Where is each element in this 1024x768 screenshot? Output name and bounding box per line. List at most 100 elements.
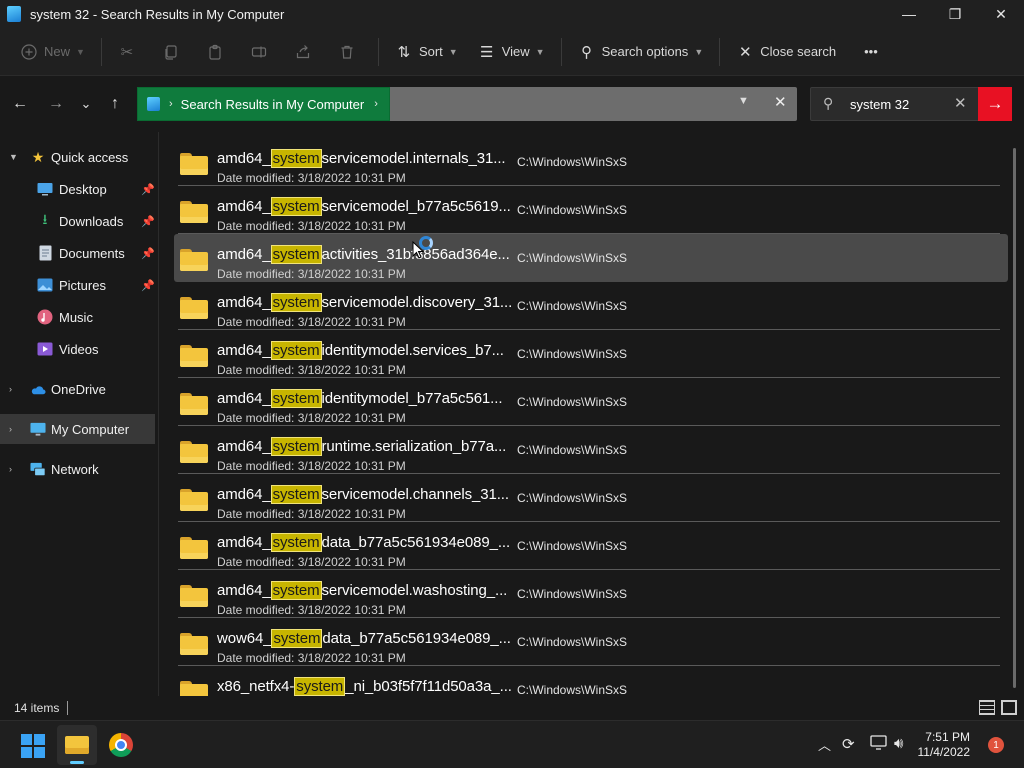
paste-button[interactable] xyxy=(196,36,240,68)
notification-badge[interactable]: 1 xyxy=(988,737,1004,753)
chevron-right-icon: › xyxy=(374,98,378,110)
vertical-scrollbar[interactable] xyxy=(1013,148,1016,688)
more-options-button[interactable]: ••• xyxy=(854,36,888,68)
sidebar-item-onedrive[interactable]: › OneDrive xyxy=(0,374,155,404)
sort-button[interactable]: ⇅ Sort ▼ xyxy=(385,36,468,68)
chevron-right-icon[interactable]: › xyxy=(9,424,12,434)
back-button[interactable]: ← xyxy=(9,92,31,116)
sidebar-item-downloads[interactable]: ⭳ Downloads 📌 xyxy=(0,206,155,236)
result-row[interactable]: amd64_ system activities_31bf3856ad364e...… xyxy=(174,234,1008,282)
recent-locations-button[interactable]: ⌄ xyxy=(75,92,97,116)
result-date-modified: Date modified: 3/18/2022 10:31 PM xyxy=(217,315,406,329)
sidebar-item-documents[interactable]: Documents 📌 xyxy=(0,238,155,268)
breadcrumb[interactable]: › Search Results in My Computer › xyxy=(137,87,390,121)
result-date-modified: Date modified: 3/18/2022 10:31 PM xyxy=(217,363,406,377)
taskbar: ︿ ⟳ 🔊︎ 7:51 PM 11/4/2022 1 xyxy=(0,720,1024,768)
result-name: amd64_ system identitymodel_b77a5c561... xyxy=(217,389,502,408)
folder-icon xyxy=(180,249,208,271)
pin-icon[interactable]: 📌 xyxy=(141,247,155,260)
result-row[interactable]: amd64_ system servicemodel_b77a5c5619... Da… xyxy=(174,186,1008,234)
toolbar-divider xyxy=(560,37,562,66)
taskbar-file-explorer[interactable] xyxy=(57,725,97,765)
copy-button[interactable] xyxy=(152,36,196,68)
clock[interactable]: 7:51 PM 11/4/2022 xyxy=(912,730,971,760)
search-options-button[interactable]: ⚲ Search options ▼ xyxy=(568,36,714,68)
view-button[interactable]: ☰ View ▼ xyxy=(468,36,555,68)
result-row[interactable]: wow64_ system data_b77a5c561934e089_... Dat… xyxy=(174,618,1008,666)
up-button[interactable]: ↑ xyxy=(104,92,126,116)
address-clear-icon[interactable]: ✕ xyxy=(774,93,787,111)
sidebar-item-videos[interactable]: Videos xyxy=(0,334,155,364)
search-options-label: Search options xyxy=(601,44,689,59)
clear-search-icon[interactable]: ✕ xyxy=(954,94,967,112)
volume-icon[interactable]: 🔊︎ xyxy=(894,735,903,752)
result-row[interactable]: amd64_ system runtime.serialization_b77a..… xyxy=(174,426,1008,474)
chevron-down-icon: ▼ xyxy=(448,46,458,57)
result-row[interactable]: amd64_ system data_b77a5c561934e089_... Dat… xyxy=(174,522,1008,570)
share-button[interactable] xyxy=(284,36,328,68)
result-row[interactable]: amd64_ system identitymodel.services_b7...… xyxy=(174,330,1008,378)
search-match-highlight: system xyxy=(270,149,322,168)
result-row[interactable]: amd64_ system identitymodel_b77a5c561... Da… xyxy=(174,378,1008,426)
result-name-prefix: amd64_ xyxy=(217,438,271,455)
close-icon: ✕ xyxy=(738,43,752,61)
pin-icon[interactable]: 📌 xyxy=(141,279,155,292)
sidebar-item-quick-access[interactable]: ▼ ★ Quick access xyxy=(0,142,155,172)
delete-button[interactable] xyxy=(328,36,372,68)
sync-icon[interactable]: ⟳ xyxy=(842,735,855,753)
arrow-right-icon: → xyxy=(986,94,1004,113)
chevron-right-icon[interactable]: › xyxy=(9,384,12,394)
chrome-icon[interactable] xyxy=(109,733,133,757)
maximize-button[interactable]: ❐ xyxy=(932,0,978,28)
result-name-prefix: amd64_ xyxy=(217,534,271,551)
result-row[interactable]: amd64_ system servicemodel.discovery_31...… xyxy=(174,282,1008,330)
result-name-prefix: x86_netfx4- xyxy=(217,678,295,695)
result-date-modified: Date modified: 3/18/2022 10:31 PM xyxy=(217,219,406,233)
new-button[interactable]: New ▼ xyxy=(10,36,95,68)
windows-start-icon[interactable] xyxy=(21,734,45,758)
result-row[interactable]: x86_netfx4- system _ni_b03f5f7f11d50a3a_..… xyxy=(174,666,1008,696)
search-go-button[interactable]: → xyxy=(978,87,1012,121)
forward-button[interactable]: → xyxy=(45,92,67,116)
close-window-button[interactable]: ✕ xyxy=(978,0,1024,28)
result-location: C:\Windows\WinSxS xyxy=(517,155,628,169)
rename-button[interactable] xyxy=(240,36,284,68)
address-bar[interactable]: › Search Results in My Computer › ▼ ✕ xyxy=(137,87,797,121)
result-location: C:\Windows\WinSxS xyxy=(517,683,628,696)
sidebar-item-music[interactable]: Music xyxy=(0,302,155,332)
search-match-highlight: system xyxy=(270,581,322,600)
network-icon[interactable] xyxy=(870,735,887,754)
result-name-suffix: runtime.serialization_b77a... xyxy=(321,438,507,455)
result-row[interactable]: amd64_ system servicemodel.washosting_... D… xyxy=(174,570,1008,618)
cut-button[interactable]: ✂ xyxy=(108,36,152,68)
chevron-down-icon[interactable]: ▼ xyxy=(9,152,18,162)
close-search-button[interactable]: ✕ Close search xyxy=(726,36,846,68)
chevron-right-icon[interactable]: › xyxy=(9,464,12,474)
search-match-highlight: system xyxy=(270,293,322,312)
search-box[interactable]: ⚲ system 32 ✕ → xyxy=(810,87,1012,121)
result-date-modified: Date modified: 3/18/2022 10:31 PM xyxy=(217,507,406,521)
sidebar-item-label: Network xyxy=(51,461,99,477)
result-row[interactable]: amd64_ system servicemodel.channels_31... D… xyxy=(174,474,1008,522)
sidebar-item-my-computer[interactable]: › My Computer xyxy=(0,414,155,444)
result-row[interactable]: amd64_ system servicemodel.internals_31...… xyxy=(174,138,1008,186)
sidebar-item-network[interactable]: › Network xyxy=(0,454,155,484)
details-view-icon[interactable] xyxy=(979,700,995,715)
large-icons-view-icon[interactable] xyxy=(1001,700,1017,715)
sidebar-item-desktop[interactable]: Desktop 📌 xyxy=(0,174,155,204)
address-history-dropdown-icon[interactable]: ▼ xyxy=(738,95,749,107)
cloud-icon xyxy=(30,381,46,397)
chevron-up-icon[interactable]: ︿ xyxy=(818,735,831,754)
pin-icon[interactable]: 📌 xyxy=(141,215,155,228)
folder-icon xyxy=(180,201,208,223)
clock-time: 7:51 PM xyxy=(925,730,970,744)
result-name: amd64_ system servicemodel_b77a5c5619... xyxy=(217,197,511,216)
item-count: 14 items xyxy=(14,701,60,715)
sidebar-item-pictures[interactable]: Pictures 📌 xyxy=(0,270,155,300)
minimize-button[interactable]: — xyxy=(886,0,932,28)
folder-icon xyxy=(180,393,208,415)
search-input[interactable]: system 32 xyxy=(850,97,909,112)
pin-icon[interactable]: 📌 xyxy=(141,183,155,196)
file-explorer-icon xyxy=(7,6,21,22)
result-name-suffix: _ni_b03f5f7f11d50a3a_... xyxy=(345,678,512,695)
